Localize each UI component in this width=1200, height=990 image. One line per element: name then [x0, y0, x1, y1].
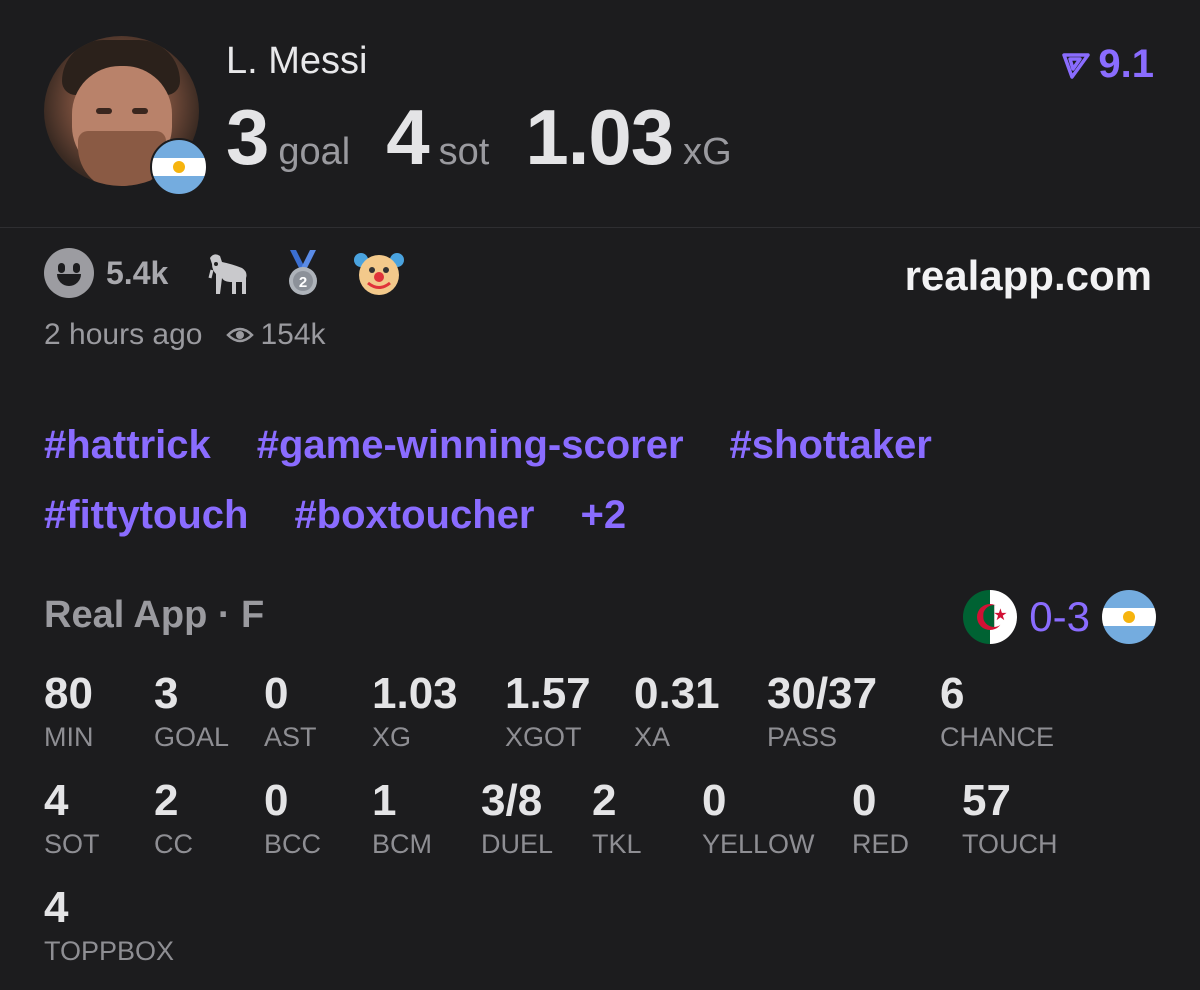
stat-label: XGOT [505, 722, 582, 752]
stat-xa: 0.31 XA [634, 669, 720, 753]
reaction-count: 5.4k [106, 254, 169, 291]
stat-value: 2 [592, 776, 617, 825]
stat-bcc: 0 BCC [264, 776, 322, 860]
stat-sot: 4 SOT [44, 776, 100, 860]
headline-sot-value: 4 [386, 93, 429, 181]
stat-chance: 6 CHANCE [940, 669, 1055, 753]
stat-min: 80 MIN [44, 669, 94, 753]
argentina-flag-icon [150, 138, 208, 196]
stat-value: 6 [940, 669, 965, 718]
stat-toppbox: 4 TOPPBOX [44, 883, 175, 967]
stat-label: DUEL [481, 829, 554, 859]
view-count: 154k [260, 318, 326, 351]
tag-hattrick[interactable]: #hattrick [44, 423, 211, 468]
headline-xg-value: 1.03 [525, 93, 674, 181]
headline-stats: 3 goal 4 sot 1.03 xG [226, 92, 768, 182]
tag-boxtoucher[interactable]: #boxtoucher [294, 493, 534, 538]
stat-tkl: 2 TKL [592, 776, 642, 860]
rating-value: 9.1 [1098, 42, 1154, 86]
post-meta: 2 hours ago 154k [44, 318, 326, 352]
stat-value: 2 [154, 776, 179, 825]
stat-value: 1 [372, 776, 397, 825]
stat-label: XG [372, 722, 412, 752]
time-ago: 2 hours ago [44, 318, 203, 351]
stat-touch: 57 TOUCH [962, 776, 1058, 860]
stat-label: YELLOW [702, 829, 815, 859]
player-name[interactable]: L. Messi [226, 40, 367, 83]
svg-text:2: 2 [299, 274, 307, 291]
stat-red: 0 RED [852, 776, 910, 860]
headline-goal-value: 3 [226, 93, 269, 181]
stat-value: 4 [44, 776, 69, 825]
clown-emoji-icon[interactable] [354, 248, 405, 298]
site-link[interactable]: realapp.com [905, 252, 1152, 300]
stat-duel: 3/8 DUEL [481, 776, 554, 860]
stat-label: CHANCE [940, 722, 1055, 752]
stat-label: CC [154, 829, 193, 859]
argentina-flag-icon [1102, 590, 1156, 644]
tag-list: #hattrick #game-winning-scorer #shottake… [44, 410, 1154, 550]
stat-label: XA [634, 722, 671, 752]
stat-label: AST [264, 722, 317, 752]
headline-goal-unit: goal [278, 131, 351, 173]
stat-value: 80 [44, 669, 93, 718]
stat-cc: 2 CC [154, 776, 193, 860]
player-header: L. Messi 9.1 3 goal 4 sot 1.03 xG [0, 0, 1200, 228]
stat-label: GOAL [154, 722, 230, 752]
stat-label: MIN [44, 722, 94, 752]
stat-value: 3/8 [481, 776, 543, 825]
algeria-flag-icon: ★ [963, 590, 1018, 644]
stat-value: 1.03 [372, 669, 458, 718]
silver-medal-icon[interactable]: 2 [278, 248, 328, 298]
headline-xg-unit: xG [683, 131, 732, 173]
stat-value: 57 [962, 776, 1011, 825]
stat-label: SOT [44, 829, 100, 859]
stat-value: 0 [852, 776, 877, 825]
stat-label: BCM [372, 829, 432, 859]
stat-label: TOPPBOX [44, 936, 175, 966]
stat-xgot: 1.57 XGOT [505, 669, 591, 753]
stat-value: 0 [264, 669, 289, 718]
stat-label: PASS [767, 722, 838, 752]
stat-label: TKL [592, 829, 642, 859]
stat-yellow: 0 YELLOW [702, 776, 815, 860]
stat-goal: 3 GOAL [154, 669, 230, 753]
rating-badge: 9.1 [1062, 42, 1154, 87]
rating-logo-icon [1062, 52, 1091, 79]
stat-value: 30/37 [767, 669, 878, 718]
score-value: 0-3 [1029, 593, 1090, 640]
tag-shottaker[interactable]: #shottaker [730, 423, 932, 468]
goat-emoji-icon[interactable] [202, 248, 252, 298]
stat-label: TOUCH [962, 829, 1058, 859]
match-score: ★ 0-3 [963, 590, 1156, 644]
smiley-reaction-icon[interactable] [44, 248, 94, 298]
tag-fittytouch[interactable]: #fittytouch [44, 493, 248, 538]
stat-value: 0.31 [634, 669, 720, 718]
eye-icon [226, 327, 255, 343]
reaction-bar: 5.4k 2 [44, 248, 430, 298]
stat-value: 3 [154, 669, 179, 718]
tag-game-winning-scorer[interactable]: #game-winning-scorer [257, 423, 684, 468]
stat-ast: 0 AST [264, 669, 317, 753]
stat-label: RED [852, 829, 910, 859]
match-bar[interactable]: Real App · F ★ 0-3 [44, 590, 1156, 644]
more-tags-button[interactable]: +2 [580, 493, 626, 538]
stat-pass: 30/37 PASS [767, 669, 878, 753]
stat-value: 4 [44, 883, 69, 932]
stat-xg: 1.03 XG [372, 669, 458, 753]
stat-value: 1.57 [505, 669, 591, 718]
stat-bcm: 1 BCM [372, 776, 432, 860]
stat-value: 0 [702, 776, 727, 825]
stat-value: 0 [264, 776, 289, 825]
headline-sot-unit: sot [438, 131, 490, 173]
match-title: Real App · F [44, 594, 265, 636]
stat-label: BCC [264, 829, 322, 859]
